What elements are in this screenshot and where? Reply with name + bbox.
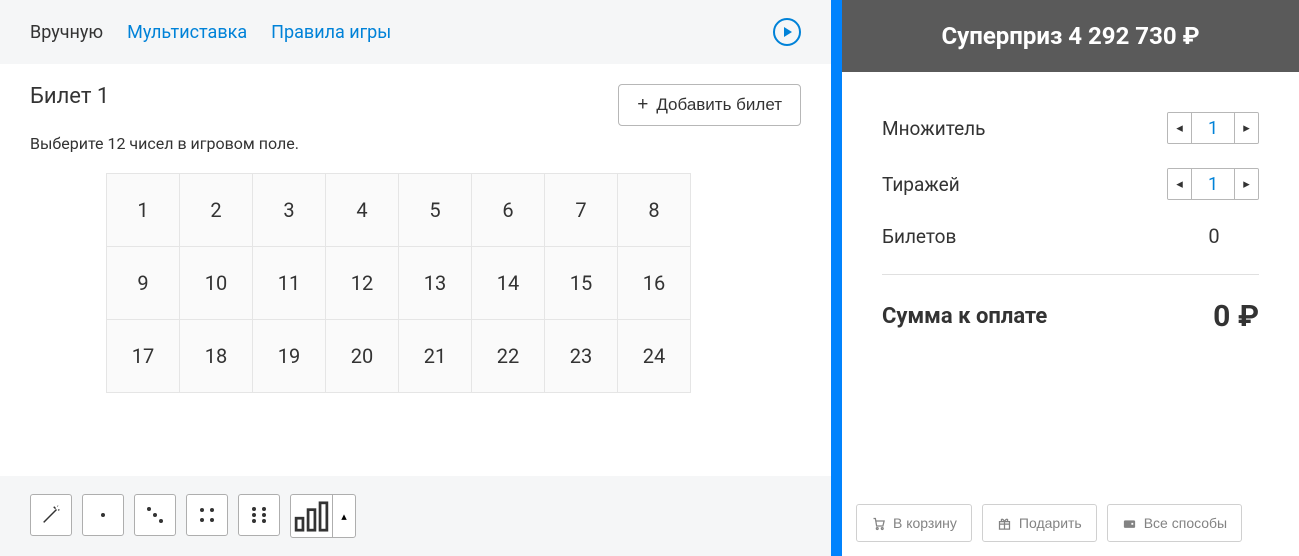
multiplier-stepper: ◂ 1 ▸ [1167,112,1259,144]
superprize-banner: Суперприз 4 292 730 ₽ [842,0,1299,72]
draws-row: Тиражей ◂ 1 ▸ [882,156,1259,212]
add-ticket-label: Добавить билет [656,95,782,115]
stats-split-button: ▴ [290,494,356,538]
add-to-cart-button[interactable]: В корзину [856,504,972,542]
multiplier-row: Множитель ◂ 1 ▸ [882,100,1259,156]
wallet-icon [1122,516,1137,531]
draws-increase[interactable]: ▸ [1234,169,1258,199]
ticket-title: Билет 1 [30,84,109,109]
draws-value: 1 [1192,174,1234,195]
multiplier-decrease[interactable]: ◂ [1168,113,1192,143]
number-cell[interactable]: 5 [399,174,472,247]
number-cell[interactable]: 10 [180,247,253,320]
number-cell[interactable]: 13 [399,247,472,320]
ticket-section: Билет 1 + Добавить билет Выберите 12 чис… [0,64,831,476]
gift-button[interactable]: Подарить [982,504,1097,542]
draws-decrease[interactable]: ◂ [1168,169,1192,199]
number-cell[interactable]: 4 [326,174,399,247]
number-cell[interactable]: 7 [545,174,618,247]
number-cell[interactable]: 15 [545,247,618,320]
number-cell[interactable]: 11 [253,247,326,320]
ticket-hint: Выберите 12 чисел в игровом поле. [30,134,801,153]
number-cell[interactable]: 1 [107,174,180,247]
stats-dropdown-arrow[interactable]: ▴ [333,495,355,537]
number-cell[interactable]: 14 [472,247,545,320]
total-row: Сумма к оплате 0 ₽ [882,299,1259,334]
add-ticket-button[interactable]: + Добавить билет [618,84,801,126]
number-cell[interactable]: 3 [253,174,326,247]
dice-3-button[interactable] [134,494,176,536]
checkout-bar: В корзину Подарить Все способы [842,490,1299,556]
tab-multistake[interactable]: Мультиставка [127,22,247,43]
number-grid: 123456789101112131415161718192021222324 [106,173,691,393]
multiplier-value: 1 [1192,118,1234,139]
number-cell[interactable]: 17 [107,320,180,393]
number-cell[interactable]: 22 [472,320,545,393]
number-cell[interactable]: 16 [618,247,691,320]
number-cell[interactable]: 8 [618,174,691,247]
draws-stepper: ◂ 1 ▸ [1167,168,1259,200]
all-methods-label: Все способы [1144,515,1227,531]
gift-label: Подарить [1019,515,1082,531]
number-cell[interactable]: 9 [107,247,180,320]
cart-icon [871,516,886,531]
total-value: 0 ₽ [1213,299,1259,334]
draws-label: Тиражей [882,173,960,196]
number-cell[interactable]: 18 [180,320,253,393]
all-methods-button[interactable]: Все способы [1107,504,1242,542]
total-label: Сумма к оплате [882,304,1047,329]
dice-6-button[interactable] [238,494,280,536]
number-cell[interactable]: 2 [180,174,253,247]
gift-icon [997,516,1012,531]
number-cell[interactable]: 12 [326,247,399,320]
tickets-label: Билетов [882,225,956,248]
number-cell[interactable]: 6 [472,174,545,247]
multiplier-increase[interactable]: ▸ [1234,113,1258,143]
dice-1-button[interactable] [82,494,124,536]
divider [831,0,842,556]
number-cell[interactable]: 21 [399,320,472,393]
stats-button[interactable] [291,495,333,537]
plus-icon: + [637,94,648,116]
multiplier-label: Множитель [882,117,985,140]
number-cell[interactable]: 19 [253,320,326,393]
number-cell[interactable]: 20 [326,320,399,393]
separator [882,274,1259,275]
number-cell[interactable]: 24 [618,320,691,393]
dice-4-button[interactable] [186,494,228,536]
tickets-row: Билетов 0 [882,212,1259,260]
magic-wand-button[interactable] [30,494,72,536]
cart-label: В корзину [893,515,957,531]
play-icon[interactable] [773,18,801,46]
tab-rules[interactable]: Правила игры [271,22,391,43]
number-cell[interactable]: 23 [545,320,618,393]
tickets-value: 0 [1169,224,1259,248]
toolbar: ▴ [0,476,831,556]
tabs-bar: Вручную Мультиставка Правила игры [0,0,831,64]
tab-manual[interactable]: Вручную [30,22,103,43]
